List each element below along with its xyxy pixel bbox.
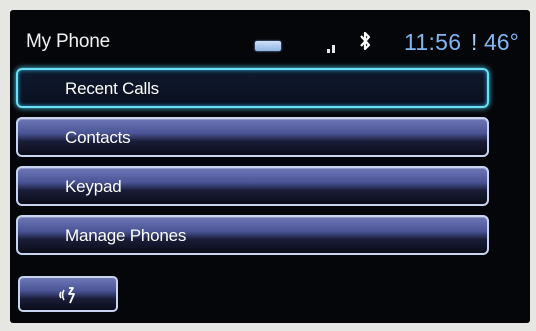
- status-bar: My Phone 11:56 ! 46°: [10, 10, 530, 64]
- outside-temperature: 46°: [484, 29, 519, 55]
- menu-item-manage-phones[interactable]: Manage Phones: [16, 215, 489, 255]
- voice-recognition-icon: [59, 287, 75, 304]
- voice-command-button[interactable]: [18, 276, 118, 312]
- menu-item-contacts[interactable]: Contacts: [16, 117, 489, 157]
- status-separator: !: [471, 29, 478, 55]
- battery-icon: [255, 41, 281, 51]
- menu-item-label: Manage Phones: [65, 226, 187, 245]
- page-title: My Phone: [26, 31, 110, 52]
- signal-icon: [327, 45, 335, 53]
- display-bezel: My Phone 11:56 ! 46° Recent Calls Contac…: [0, 0, 536, 331]
- bluetooth-icon: [360, 31, 371, 51]
- menu-item-label: Contacts: [65, 128, 131, 147]
- menu-item-label: Keypad: [65, 177, 122, 196]
- menu-item-label: Recent Calls: [65, 79, 159, 98]
- phone-screen: My Phone 11:56 ! 46° Recent Calls Contac…: [10, 10, 530, 323]
- menu-item-keypad[interactable]: Keypad: [16, 166, 489, 206]
- clock: 11:56: [404, 29, 462, 55]
- menu-item-recent-calls[interactable]: Recent Calls: [16, 68, 489, 108]
